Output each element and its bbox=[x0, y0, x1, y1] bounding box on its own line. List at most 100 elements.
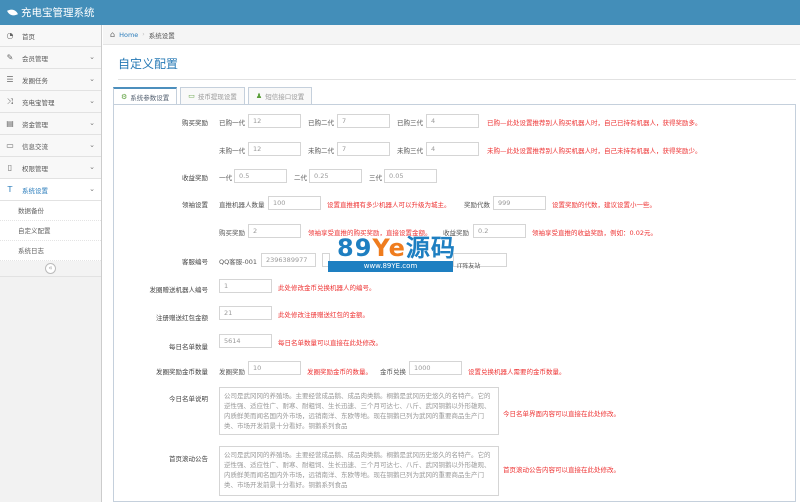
sidebar-item-powerbank[interactable]: ⤨ 充电宝管理 ⌄ bbox=[0, 91, 101, 113]
field-label: 金币兑换 bbox=[380, 368, 406, 376]
sidebar-item-funds[interactable]: ▤ 资金管理 ⌄ bbox=[0, 113, 101, 135]
watermark-brand: 89Ye源码 bbox=[337, 234, 456, 262]
chevron-down-icon: ⌄ bbox=[89, 53, 95, 61]
app-title: 充电宝管理系统 bbox=[21, 7, 95, 19]
tab-withdraw[interactable]: ▭ 技币提现设置 bbox=[180, 87, 245, 104]
qq-service-input[interactable]: 2396389977 bbox=[261, 253, 316, 267]
leader-robots-note: 设置直推拥有多少机器人可以升级为城主。 bbox=[327, 201, 451, 209]
daily-count-input[interactable]: 5614 bbox=[219, 334, 272, 348]
watermark-logo: 89Ye源码 www.89YE.com IT阵友站 bbox=[325, 232, 510, 277]
leaf-icon bbox=[7, 7, 18, 18]
sidebar-item-permissions[interactable]: ▯ 权限管理 ⌄ bbox=[0, 157, 101, 179]
income-gen2-input[interactable]: 0.25 bbox=[309, 169, 362, 183]
service-label: 客服编号 bbox=[182, 258, 208, 266]
leader-label: 领袖设置 bbox=[182, 201, 208, 209]
page-title: 自定义配置 bbox=[118, 57, 179, 71]
sidebar-item-label: 权限管理 bbox=[22, 164, 48, 173]
nobuy-reward-note: 未购—此处设置推荐别人购买机器人时，自己未持有机器人，获得奖励少。 bbox=[487, 147, 702, 155]
buy-gen1-input[interactable]: 12 bbox=[248, 114, 301, 128]
app-brand[interactable]: 充电宝管理系统 bbox=[7, 5, 95, 20]
divider bbox=[118, 79, 796, 80]
leader-robots-input[interactable]: 100 bbox=[268, 196, 321, 210]
breadcrumb-current: 系统设置 bbox=[148, 31, 175, 40]
field-label: 三代 bbox=[369, 174, 382, 182]
settings-submenu: 数据备份 自定义配置 系统日志 bbox=[0, 201, 101, 261]
collapse-icon[interactable]: « bbox=[45, 263, 56, 274]
leader-gens-note: 设置奖励的代数，建议设置小一些。 bbox=[552, 201, 656, 209]
income-gen1-input[interactable]: 0.5 bbox=[234, 169, 287, 183]
robot-id-note: 此处修改金币兑换机器人的编号。 bbox=[278, 284, 376, 292]
tab-panel bbox=[113, 104, 796, 502]
chevron-down-icon: ⌄ bbox=[89, 119, 95, 127]
subitem-custom-config[interactable]: 自定义配置 bbox=[0, 221, 101, 241]
today-desc-label: 今日名单说明 bbox=[169, 395, 208, 403]
chevron-down-icon: ⌄ bbox=[89, 163, 95, 171]
nobuy-gen3-input[interactable]: 4 bbox=[426, 142, 479, 156]
robot-id-input[interactable]: 1 bbox=[219, 279, 272, 293]
circle-reward-input[interactable]: 10 bbox=[248, 361, 301, 375]
watermark-url: www.89YE.com bbox=[328, 261, 453, 272]
chevron-down-icon: ⌄ bbox=[89, 75, 95, 83]
edit-icon: ✎ bbox=[6, 53, 14, 62]
tab-label: 短信接口设置 bbox=[265, 93, 305, 101]
sidebar: ◔ 首页 ✎ 会员管理 ⌄ ☰ 发圈任务 ⌄ ⤨ 充电宝管理 ⌄ ▤ 资金管理 ⌄ ▭ 信息交流 ⌄ … bbox=[0, 25, 102, 502]
user-icon: ♟ bbox=[255, 92, 263, 100]
tab-label: 技币提现设置 bbox=[197, 93, 237, 101]
subitem-backup[interactable]: 数据备份 bbox=[0, 201, 101, 221]
sidebar-item-tasks[interactable]: ☰ 发圈任务 ⌄ bbox=[0, 69, 101, 91]
sidebar-item-members[interactable]: ✎ 会员管理 ⌄ bbox=[0, 47, 101, 69]
text-width-icon: T bbox=[7, 185, 13, 194]
register-gift-note: 此处修改注册赠送红包的金额。 bbox=[278, 311, 369, 319]
sidebar-item-settings[interactable]: T 系统设置 ⌄ bbox=[0, 179, 101, 201]
breadcrumb-home-link[interactable]: Home bbox=[119, 31, 138, 39]
chevron-down-icon: ⌄ bbox=[89, 185, 95, 193]
field-label: 未购二代 bbox=[308, 147, 334, 155]
sidebar-item-label: 系统设置 bbox=[22, 186, 48, 195]
leader-income-note: 领袖享受直推的收益奖励，例如：0.02元。 bbox=[532, 229, 657, 237]
tab-sms[interactable]: ♟ 短信接口设置 bbox=[247, 87, 313, 104]
today-desc-note: 今日名单界面内容可以直接在此处修改。 bbox=[503, 410, 620, 418]
top-navbar: 充电宝管理系统 bbox=[0, 0, 800, 25]
field-label: 未购一代 bbox=[219, 147, 245, 155]
sidebar-item-messages[interactable]: ▭ 信息交流 ⌄ bbox=[0, 135, 101, 157]
field-label: QQ客服-001 bbox=[219, 258, 257, 266]
credit-card-icon: ▭ bbox=[188, 92, 195, 100]
tab-label: 系统参数设置 bbox=[130, 94, 170, 102]
home-icon: ⌂ bbox=[110, 30, 116, 39]
field-label: 已购三代 bbox=[397, 119, 423, 127]
nobuy-gen1-input[interactable]: 12 bbox=[248, 142, 301, 156]
money-icon: ▤ bbox=[6, 119, 14, 128]
field-label: 直推机器人数量 bbox=[219, 201, 265, 209]
buy-reward-note: 已购—此处设置推荐别人购买机器人时，自己已持有机器人，获得奖励多。 bbox=[487, 119, 702, 127]
chevron-down-icon: ⌄ bbox=[89, 97, 95, 105]
leader-buy-input[interactable]: 2 bbox=[248, 224, 301, 238]
comment-icon: ▭ bbox=[6, 141, 14, 150]
buy-reward-label: 购买奖励 bbox=[182, 119, 208, 127]
chevron-right-icon: › bbox=[142, 31, 145, 38]
sidebar-item-label: 首页 bbox=[22, 32, 35, 41]
coin-exchange-input[interactable]: 1000 bbox=[409, 361, 462, 375]
tab-system-params[interactable]: ⚙ 系统参数设置 bbox=[113, 87, 178, 105]
income-gen3-input[interactable]: 0.05 bbox=[384, 169, 437, 183]
leader-gens-input[interactable]: 999 bbox=[493, 196, 546, 210]
buy-gen2-input[interactable]: 7 bbox=[337, 114, 390, 128]
register-gift-input[interactable]: 21 bbox=[219, 306, 272, 320]
file-icon: ▯ bbox=[7, 163, 13, 172]
cogs-icon: ⚙ bbox=[121, 93, 128, 101]
nobuy-gen2-input[interactable]: 7 bbox=[337, 142, 390, 156]
field-label: 一代 bbox=[219, 174, 232, 182]
sidebar-item-label: 资金管理 bbox=[22, 120, 48, 129]
sidebar-item-label: 充电宝管理 bbox=[22, 98, 55, 107]
scroll-notice-textarea[interactable]: 公司是武冈冈的养殖场。主要经营成品鹅、成品肉类鹅。桐鹅是武冈历史悠久的名特产。它… bbox=[219, 446, 499, 496]
subitem-system-log[interactable]: 系统日志 bbox=[0, 241, 101, 261]
field-label: 发圈奖励 bbox=[219, 368, 245, 376]
coin-exchange-note: 设置兑换机器人需要的金币数量。 bbox=[468, 368, 566, 376]
field-label: 已购二代 bbox=[308, 119, 334, 127]
register-gift-label: 注册赠送红包金额 bbox=[156, 314, 208, 322]
field-label: 购买奖励 bbox=[219, 229, 245, 237]
sidebar-item-home[interactable]: ◔ 首页 bbox=[0, 25, 101, 47]
field-label: 未购三代 bbox=[397, 147, 423, 155]
buy-gen3-input[interactable]: 4 bbox=[426, 114, 479, 128]
list-icon: ☰ bbox=[6, 75, 14, 84]
today-desc-textarea[interactable]: 公司是武冈冈的养殖场。主要经营成品鹅、成品肉类鹅。桐鹅是武冈历史悠久的名特产。它… bbox=[219, 387, 499, 435]
